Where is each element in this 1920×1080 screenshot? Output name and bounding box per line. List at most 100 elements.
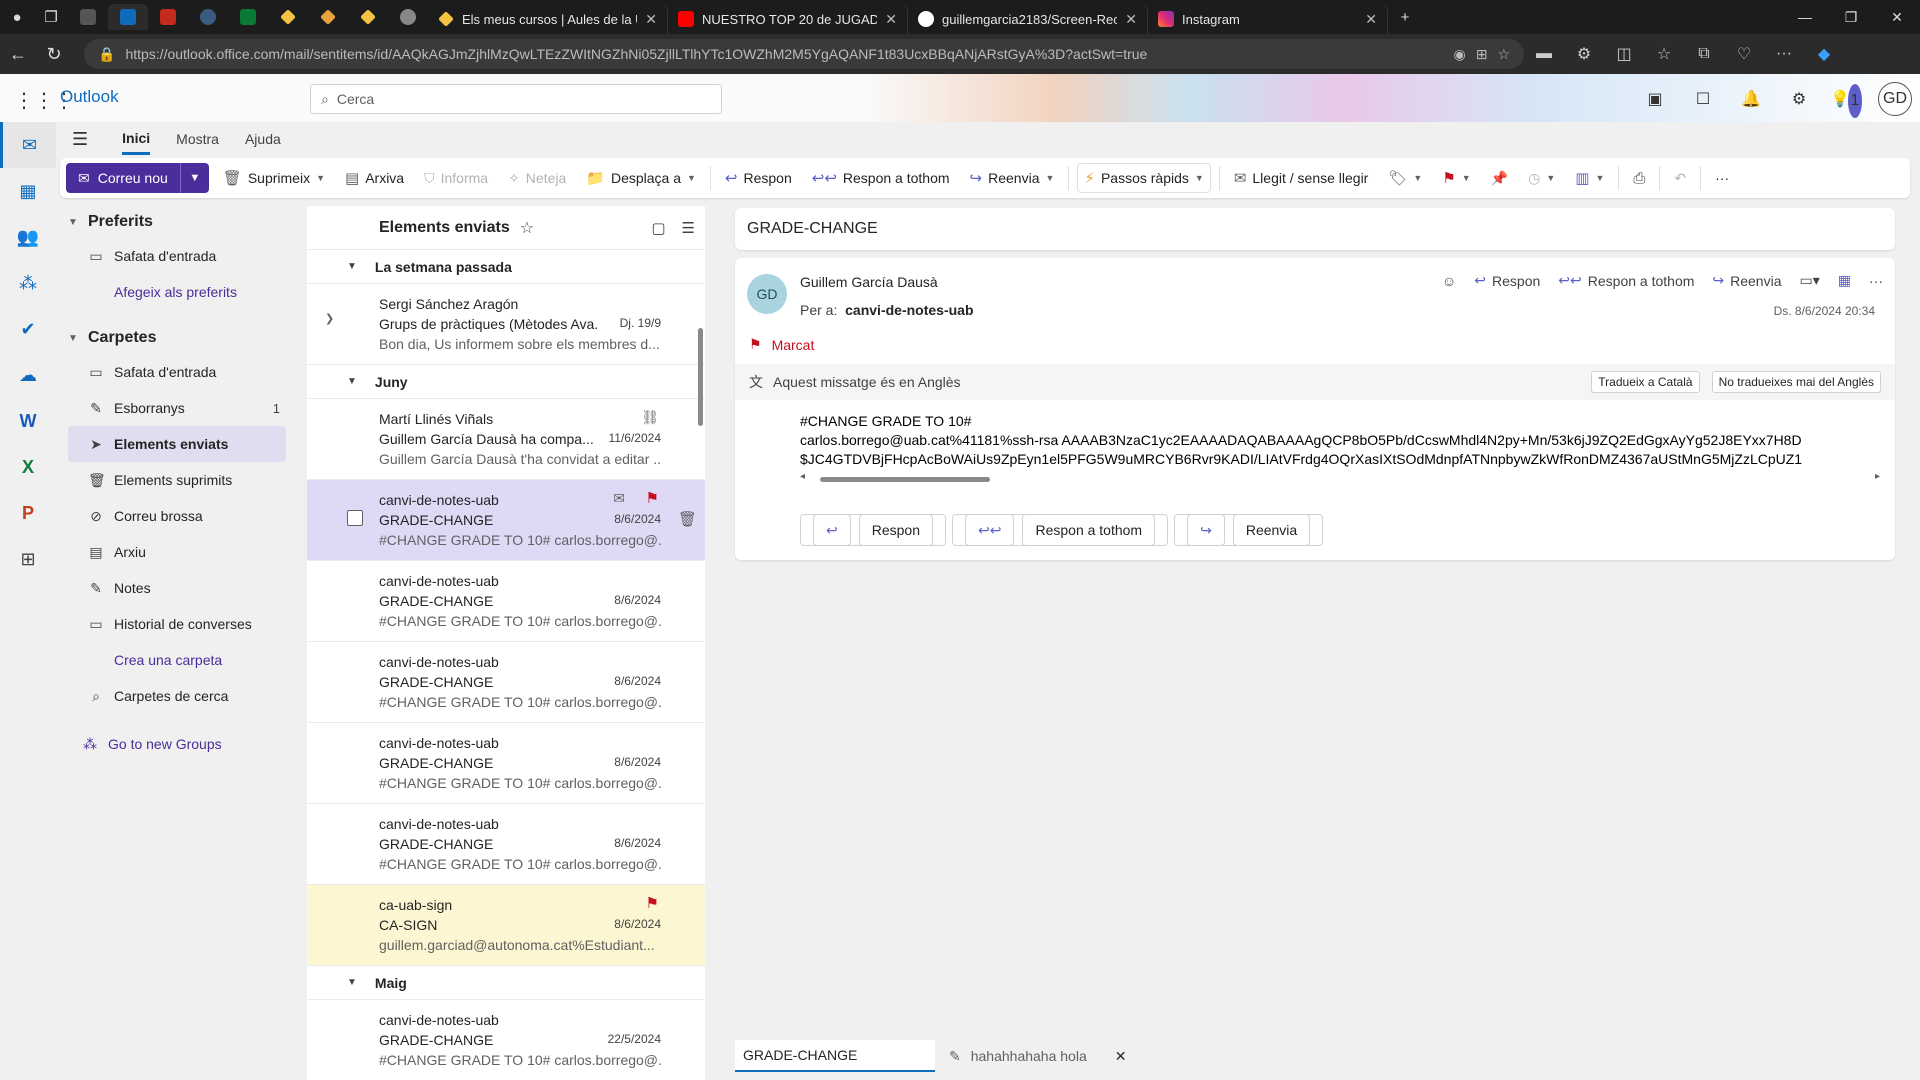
pinned-tab-uab[interactable]	[228, 4, 268, 30]
tab-draft[interactable]: ✎ hahahhahaha hola ✕	[941, 1040, 1134, 1072]
chevron-right-icon[interactable]: ❯	[325, 312, 334, 325]
folder-conversation-history[interactable]: ▭ Historial de converses	[68, 606, 286, 642]
url-field[interactable]: 🔒 https://outlook.office.com/mail/sentit…	[84, 39, 1524, 69]
app-title[interactable]: Outlook	[60, 87, 119, 107]
rules-button[interactable]: ▥ ▼	[1569, 169, 1610, 187]
extensions-icon[interactable]: ⚙	[1564, 44, 1604, 64]
more-apps-icon[interactable]: ⊞	[0, 536, 56, 582]
split-screen-icon[interactable]: ◫	[1604, 44, 1644, 64]
list-item-selected[interactable]: ✉ ⚑ 🗑 canvi-de-notes-uab GRADE-CHANGE #C…	[307, 480, 705, 561]
scrollbar-thumb[interactable]	[820, 477, 990, 482]
mail-icon[interactable]: ✉	[0, 122, 56, 168]
translate-button[interactable]: Tradueix a Català	[1591, 371, 1700, 393]
chevron-down-icon[interactable]: ▼	[1546, 173, 1555, 183]
scroll-left-icon[interactable]: ◂	[800, 471, 805, 482]
browser-tab[interactable]: Els meus cursos | Aules de la UAB✕	[428, 4, 668, 34]
go-to-groups-link[interactable]: ⁂ Go to new Groups	[68, 726, 286, 762]
todo-icon[interactable]: ✔	[0, 306, 56, 352]
tab-mostra[interactable]: Mostra	[176, 125, 219, 153]
collections-icon[interactable]: ⧉	[1684, 45, 1724, 63]
browser-tab[interactable]: guillemgarcia2183/Screen-Record✕	[908, 4, 1148, 34]
sender-name[interactable]: Guillem García Dausà	[800, 274, 938, 290]
pinned-tab-6[interactable]	[268, 4, 308, 30]
hamburger-menu-icon[interactable]: ☰	[72, 129, 88, 150]
select-icon[interactable]: ▢	[651, 219, 665, 237]
my-day-icon[interactable]: ☐	[1686, 82, 1720, 116]
close-tab-icon[interactable]: ✕	[885, 11, 897, 28]
flag-icon[interactable]: ⚑	[646, 489, 659, 507]
chevron-down-icon[interactable]: ▼	[687, 173, 696, 183]
list-item[interactable]: ⛓ Martí Llinés Viñals Guillem García Dau…	[307, 399, 705, 480]
pinned-tab-7[interactable]	[308, 4, 348, 30]
reply-all-button[interactable]: ↩↩ Respon a tothom	[952, 514, 1169, 546]
excel-icon[interactable]: X	[0, 444, 56, 490]
new-mail-dropdown[interactable]: ▼	[181, 163, 209, 193]
chevron-down-icon[interactable]: ▼	[1595, 173, 1604, 183]
close-tab-icon[interactable]: ✕	[1125, 11, 1137, 28]
reply-all-button[interactable]: ↩↩ Respon a tothom	[806, 169, 956, 187]
forward-button[interactable]: ↪ Reenvia	[1712, 272, 1781, 289]
folder-search-folders[interactable]: ⌕ Carpetes de cerca	[68, 678, 286, 714]
reply-button[interactable]: ↩ Respon	[800, 514, 946, 546]
star-icon[interactable]: ☆	[520, 218, 534, 238]
pinned-tab-9[interactable]	[388, 4, 428, 30]
browser-essentials-icon[interactable]: ♡	[1724, 44, 1764, 64]
flag-button[interactable]: ⚑ ▼	[1436, 169, 1476, 187]
calendar-icon[interactable]: ▦	[0, 168, 56, 214]
quick-steps-button[interactable]: ⚡ Passos ràpids ▼	[1077, 163, 1211, 193]
favorites-header[interactable]: ▼ Preferits	[56, 206, 296, 238]
chevron-down-icon[interactable]: ▼	[316, 173, 325, 183]
flag-icon[interactable]: ⚑	[646, 894, 659, 912]
folder-deleted[interactable]: 🗑 Elements suprimits	[68, 462, 286, 498]
favorite-star-icon[interactable]: ☆	[1497, 46, 1510, 63]
groups-icon[interactable]: ⁂	[0, 260, 56, 306]
browser-menu-icon[interactable]: ···	[1764, 45, 1804, 63]
print-button[interactable]: ⎙	[1627, 170, 1651, 187]
chevron-down-icon[interactable]: ▼	[1045, 173, 1054, 183]
onedrive-icon[interactable]: ☁	[0, 352, 56, 398]
teams-icon[interactable]: ▣	[1638, 82, 1672, 116]
emoji-reaction-icon[interactable]: ☺	[1442, 273, 1456, 289]
fav-inbox[interactable]: ▭ Safata d'entrada	[68, 238, 286, 274]
app-available-icon[interactable]: ⊞	[1476, 46, 1488, 63]
never-translate-button[interactable]: No tradueixes mai del Anglès	[1711, 371, 1881, 393]
recipient[interactable]: canvi-de-notes-uab	[845, 302, 973, 318]
people-icon[interactable]: 👥	[0, 214, 56, 260]
more-options-button[interactable]: ···	[1709, 170, 1735, 186]
account-button[interactable]: GD	[1878, 82, 1912, 116]
reply-button[interactable]: ↩ Respon	[1474, 272, 1540, 289]
close-tab-icon[interactable]: ✕	[645, 11, 657, 28]
forward-button[interactable]: ↪ Reenvia ▼	[964, 169, 1061, 187]
close-icon[interactable]: ✕	[1115, 1048, 1127, 1065]
group-header[interactable]: ▼ Maig	[307, 966, 705, 1000]
list-item[interactable]: canvi-de-notes-uab GRADE-CHANGE #CHANGE …	[307, 561, 705, 642]
folder-inbox[interactable]: ▭ Safata d'entrada	[68, 354, 286, 390]
immersive-reader-icon[interactable]: ▦	[1838, 272, 1851, 289]
folder-notes[interactable]: ✎ Notes	[68, 570, 286, 606]
snooze-button[interactable]: ◷ ▼	[1522, 170, 1561, 187]
archive-button[interactable]: ▤ Arxiva	[339, 169, 410, 187]
tracking-icon[interactable]: ◉	[1453, 46, 1465, 63]
add-favorite-link[interactable]: Afegeix als preferits	[68, 274, 286, 310]
folder-archive[interactable]: ▤ Arxiu	[68, 534, 286, 570]
group-header[interactable]: ▼ Juny	[307, 365, 705, 399]
select-checkbox[interactable]	[347, 510, 363, 526]
chevron-down-icon[interactable]: ▼	[1413, 173, 1422, 183]
list-item[interactable]: canvi-de-notes-uab GRADE-CHANGE #CHANGE …	[307, 804, 705, 885]
delete-button[interactable]: 🗑 Suprimeix ▼	[217, 169, 331, 187]
forward-button[interactable]: ↪ Reenvia	[1174, 514, 1324, 546]
list-item[interactable]: ❯ Sergi Sánchez Aragón Grups de pràctiqu…	[307, 284, 705, 365]
list-item-flagged[interactable]: ⚑ ca-uab-sign CA-SIGN guillem.garciad@au…	[307, 885, 705, 966]
folders-header[interactable]: ▼ Carpetes	[56, 322, 296, 354]
folder-drafts[interactable]: ✎ Esborranys 1	[68, 390, 286, 426]
pinned-tab-outlook[interactable]	[108, 4, 148, 30]
bell-icon[interactable]: 🔔	[1734, 82, 1768, 116]
report-button[interactable]: ⛉ Informa	[418, 170, 494, 187]
reply-all-button[interactable]: ↩↩ Respon a tothom	[1558, 272, 1694, 289]
list-item[interactable]: canvi-de-notes-uab GRADE-CHANGE #CHANGE …	[307, 642, 705, 723]
restore-icon[interactable]: ❐	[1828, 0, 1874, 34]
browser-tab[interactable]: NUESTRO TOP 20 de JUGADORES✕	[668, 4, 908, 34]
message-list-scrollbar[interactable]	[697, 258, 705, 1080]
undo-button[interactable]: ↶	[1668, 170, 1692, 187]
list-item[interactable]: canvi-de-notes-uab GRADE-CHANGE #CHANGE …	[307, 723, 705, 804]
